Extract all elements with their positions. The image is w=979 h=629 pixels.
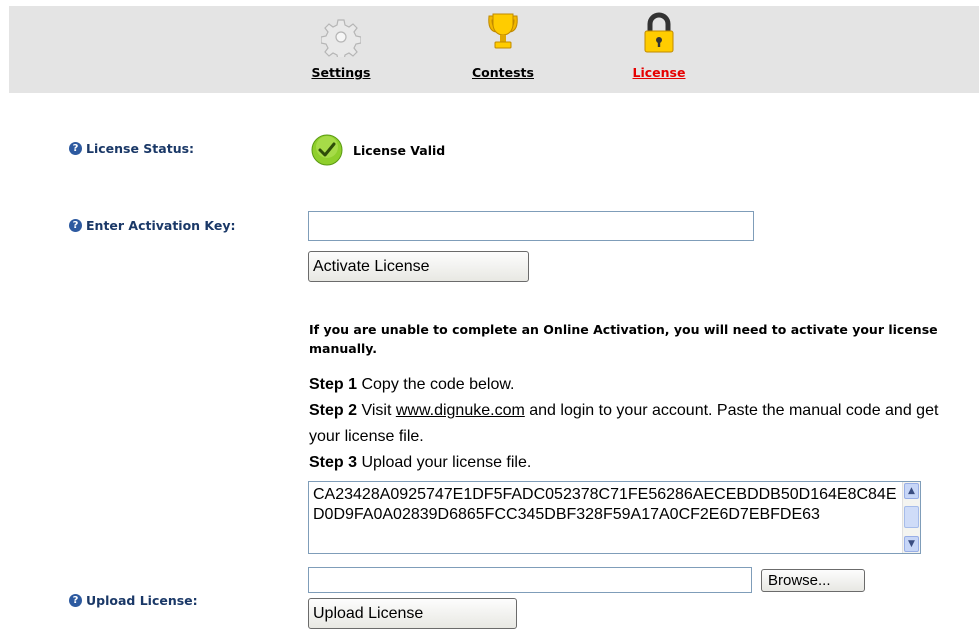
dignuke-link[interactable]: www.dignuke.com xyxy=(396,402,525,419)
module-toolbar: Settings Contests License xyxy=(9,6,979,93)
check-icon xyxy=(311,134,343,166)
license-status: License Valid xyxy=(311,134,445,166)
help-icon[interactable]: ? xyxy=(69,142,82,155)
activation-key-label-row: ? Enter Activation Key: xyxy=(69,218,236,233)
step-1: Step 1 Copy the code below. xyxy=(309,376,515,393)
scroll-thumb[interactable] xyxy=(904,506,919,528)
activation-key-label: Enter Activation Key: xyxy=(86,218,236,233)
manual-code-textarea[interactable]: CA23428A0925747E1DF5FADC052378C71FE56286… xyxy=(308,481,921,554)
scroll-down-icon[interactable]: ▼ xyxy=(904,536,919,552)
scroll-up-icon[interactable]: ▲ xyxy=(904,483,919,499)
upload-license-label-row: ? Upload License: xyxy=(69,593,198,608)
activation-key-input[interactable] xyxy=(308,211,754,241)
activate-license-button[interactable]: Activate License xyxy=(308,251,529,282)
tab-license-label[interactable]: License xyxy=(621,65,697,80)
manual-activation-note: If you are unable to complete an Online … xyxy=(309,322,938,356)
manual-steps: Step 1 Copy the code below. Step 2 Visit… xyxy=(309,372,949,476)
gear-icon xyxy=(321,19,361,57)
tab-settings-label[interactable]: Settings xyxy=(306,65,376,80)
manual-code: CA23428A0925747E1DF5FADC052378C71FE56286… xyxy=(313,486,897,523)
license-status-label: License Status: xyxy=(86,141,195,156)
license-file-input[interactable] xyxy=(308,567,752,593)
tab-contests[interactable]: Contests xyxy=(463,6,543,86)
browse-button[interactable]: Browse... xyxy=(761,569,865,592)
step-3: Step 3 Upload your license file. xyxy=(309,454,532,471)
step-2: Step 2 Visit www.dignuke.com and login t… xyxy=(309,402,939,445)
upload-license-label: Upload License: xyxy=(86,593,198,608)
tab-contests-label[interactable]: Contests xyxy=(463,65,543,80)
upload-license-button[interactable]: Upload License xyxy=(308,598,517,629)
tab-settings[interactable]: Settings xyxy=(306,6,376,86)
lock-icon xyxy=(644,12,674,53)
scrollbar[interactable]: ▲ ▼ xyxy=(902,482,920,553)
help-icon[interactable]: ? xyxy=(69,219,82,232)
tab-license[interactable]: License xyxy=(621,6,697,86)
license-status-label-row: ? License Status: xyxy=(69,141,194,156)
trophy-icon xyxy=(488,13,518,49)
help-icon[interactable]: ? xyxy=(69,594,82,607)
license-status-value: License Valid xyxy=(353,142,446,158)
